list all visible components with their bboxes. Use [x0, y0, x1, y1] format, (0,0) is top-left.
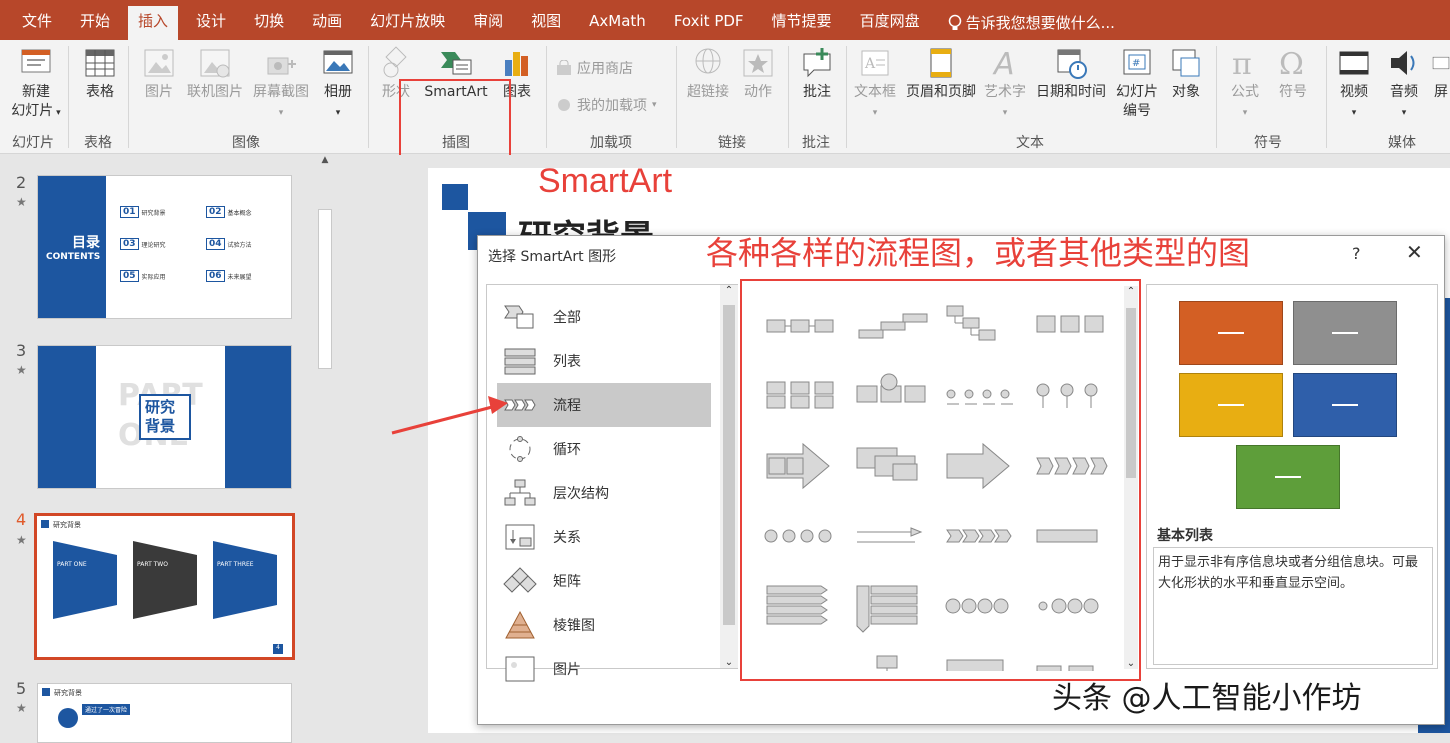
annotation-arrow	[391, 396, 508, 435]
watermark: 头条 @人工智能小作坊	[1052, 681, 1362, 716]
